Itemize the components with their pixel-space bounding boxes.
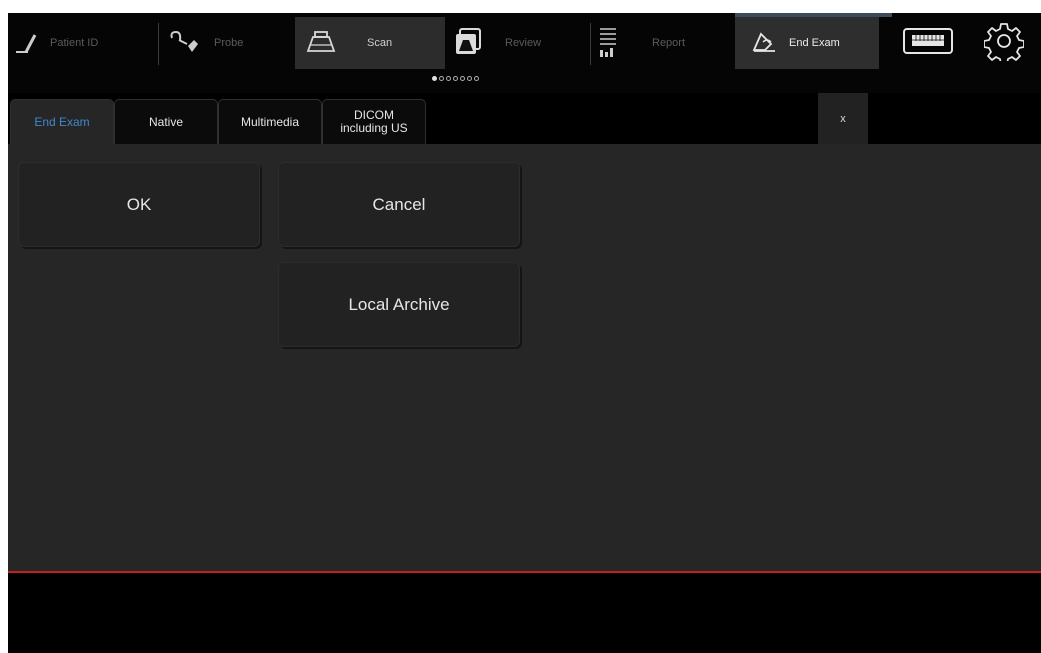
keyboard-icon [903, 27, 953, 59]
report-label: Report [652, 37, 686, 49]
scan-icon [305, 29, 337, 58]
patient-id-label: Patient ID [50, 37, 99, 49]
close-label: x [840, 112, 846, 125]
probe-button[interactable]: Probe [160, 17, 294, 69]
top-toolbar: Patient ID Probe Scan Review Report End … [8, 13, 1041, 93]
cancel-button[interactable]: Cancel [278, 162, 520, 247]
page-indicator [432, 76, 479, 81]
probe-label: Probe [214, 37, 244, 49]
page-dot [446, 76, 451, 81]
page-dot [439, 76, 444, 81]
ultrasound-console-screen: Patient ID Probe Scan Review Report End … [8, 13, 1041, 653]
report-icon [598, 26, 618, 61]
tab-label-line2: including US [340, 121, 408, 135]
end-exam-button[interactable]: End Exam [735, 17, 879, 69]
review-label: Review [505, 37, 542, 49]
page-dot [474, 76, 479, 81]
settings-button[interactable] [976, 21, 1032, 65]
page-dot [460, 76, 465, 81]
tab-label: End Exam [34, 114, 90, 129]
patient-id-button[interactable]: Patient ID [8, 17, 158, 69]
gear-icon [983, 21, 1025, 66]
probe-icon [166, 28, 202, 59]
review-icon [453, 27, 483, 60]
page-dot [467, 76, 472, 81]
tab-dicom[interactable]: DICOM including US [322, 99, 426, 144]
tab-label: Multimedia [240, 114, 300, 129]
scan-label: Scan [367, 37, 393, 49]
cancel-label: Cancel [372, 194, 426, 214]
tab-bar: End Exam Native Multimedia DICOM includi… [8, 93, 1041, 144]
tab-native[interactable]: Native [114, 99, 218, 144]
tab-end-exam[interactable]: End Exam [10, 99, 114, 144]
toolbar-divider [158, 23, 159, 65]
end-exam-label: End Exam [789, 37, 840, 49]
local-archive-button[interactable]: Local Archive [278, 262, 520, 347]
review-button[interactable]: Review [447, 17, 589, 69]
pen-icon [14, 29, 38, 58]
page-dot [453, 76, 458, 81]
tab-multimedia[interactable]: Multimedia [218, 99, 322, 144]
close-button[interactable]: x [818, 93, 868, 144]
page-dot [432, 76, 437, 81]
ok-label: OK [126, 194, 152, 214]
tab-label: Native [148, 114, 183, 129]
end-exam-panel: OK Cancel Local Archive [8, 144, 1041, 571]
scan-button[interactable]: Scan [295, 17, 445, 69]
toolbar-divider [590, 23, 591, 65]
end-exam-icon [751, 30, 777, 57]
bottom-bar [8, 573, 1041, 653]
ok-button[interactable]: OK [18, 162, 260, 247]
local-archive-label: Local Archive [348, 294, 450, 314]
report-button[interactable]: Report [592, 17, 732, 69]
keyboard-button[interactable] [898, 21, 958, 65]
